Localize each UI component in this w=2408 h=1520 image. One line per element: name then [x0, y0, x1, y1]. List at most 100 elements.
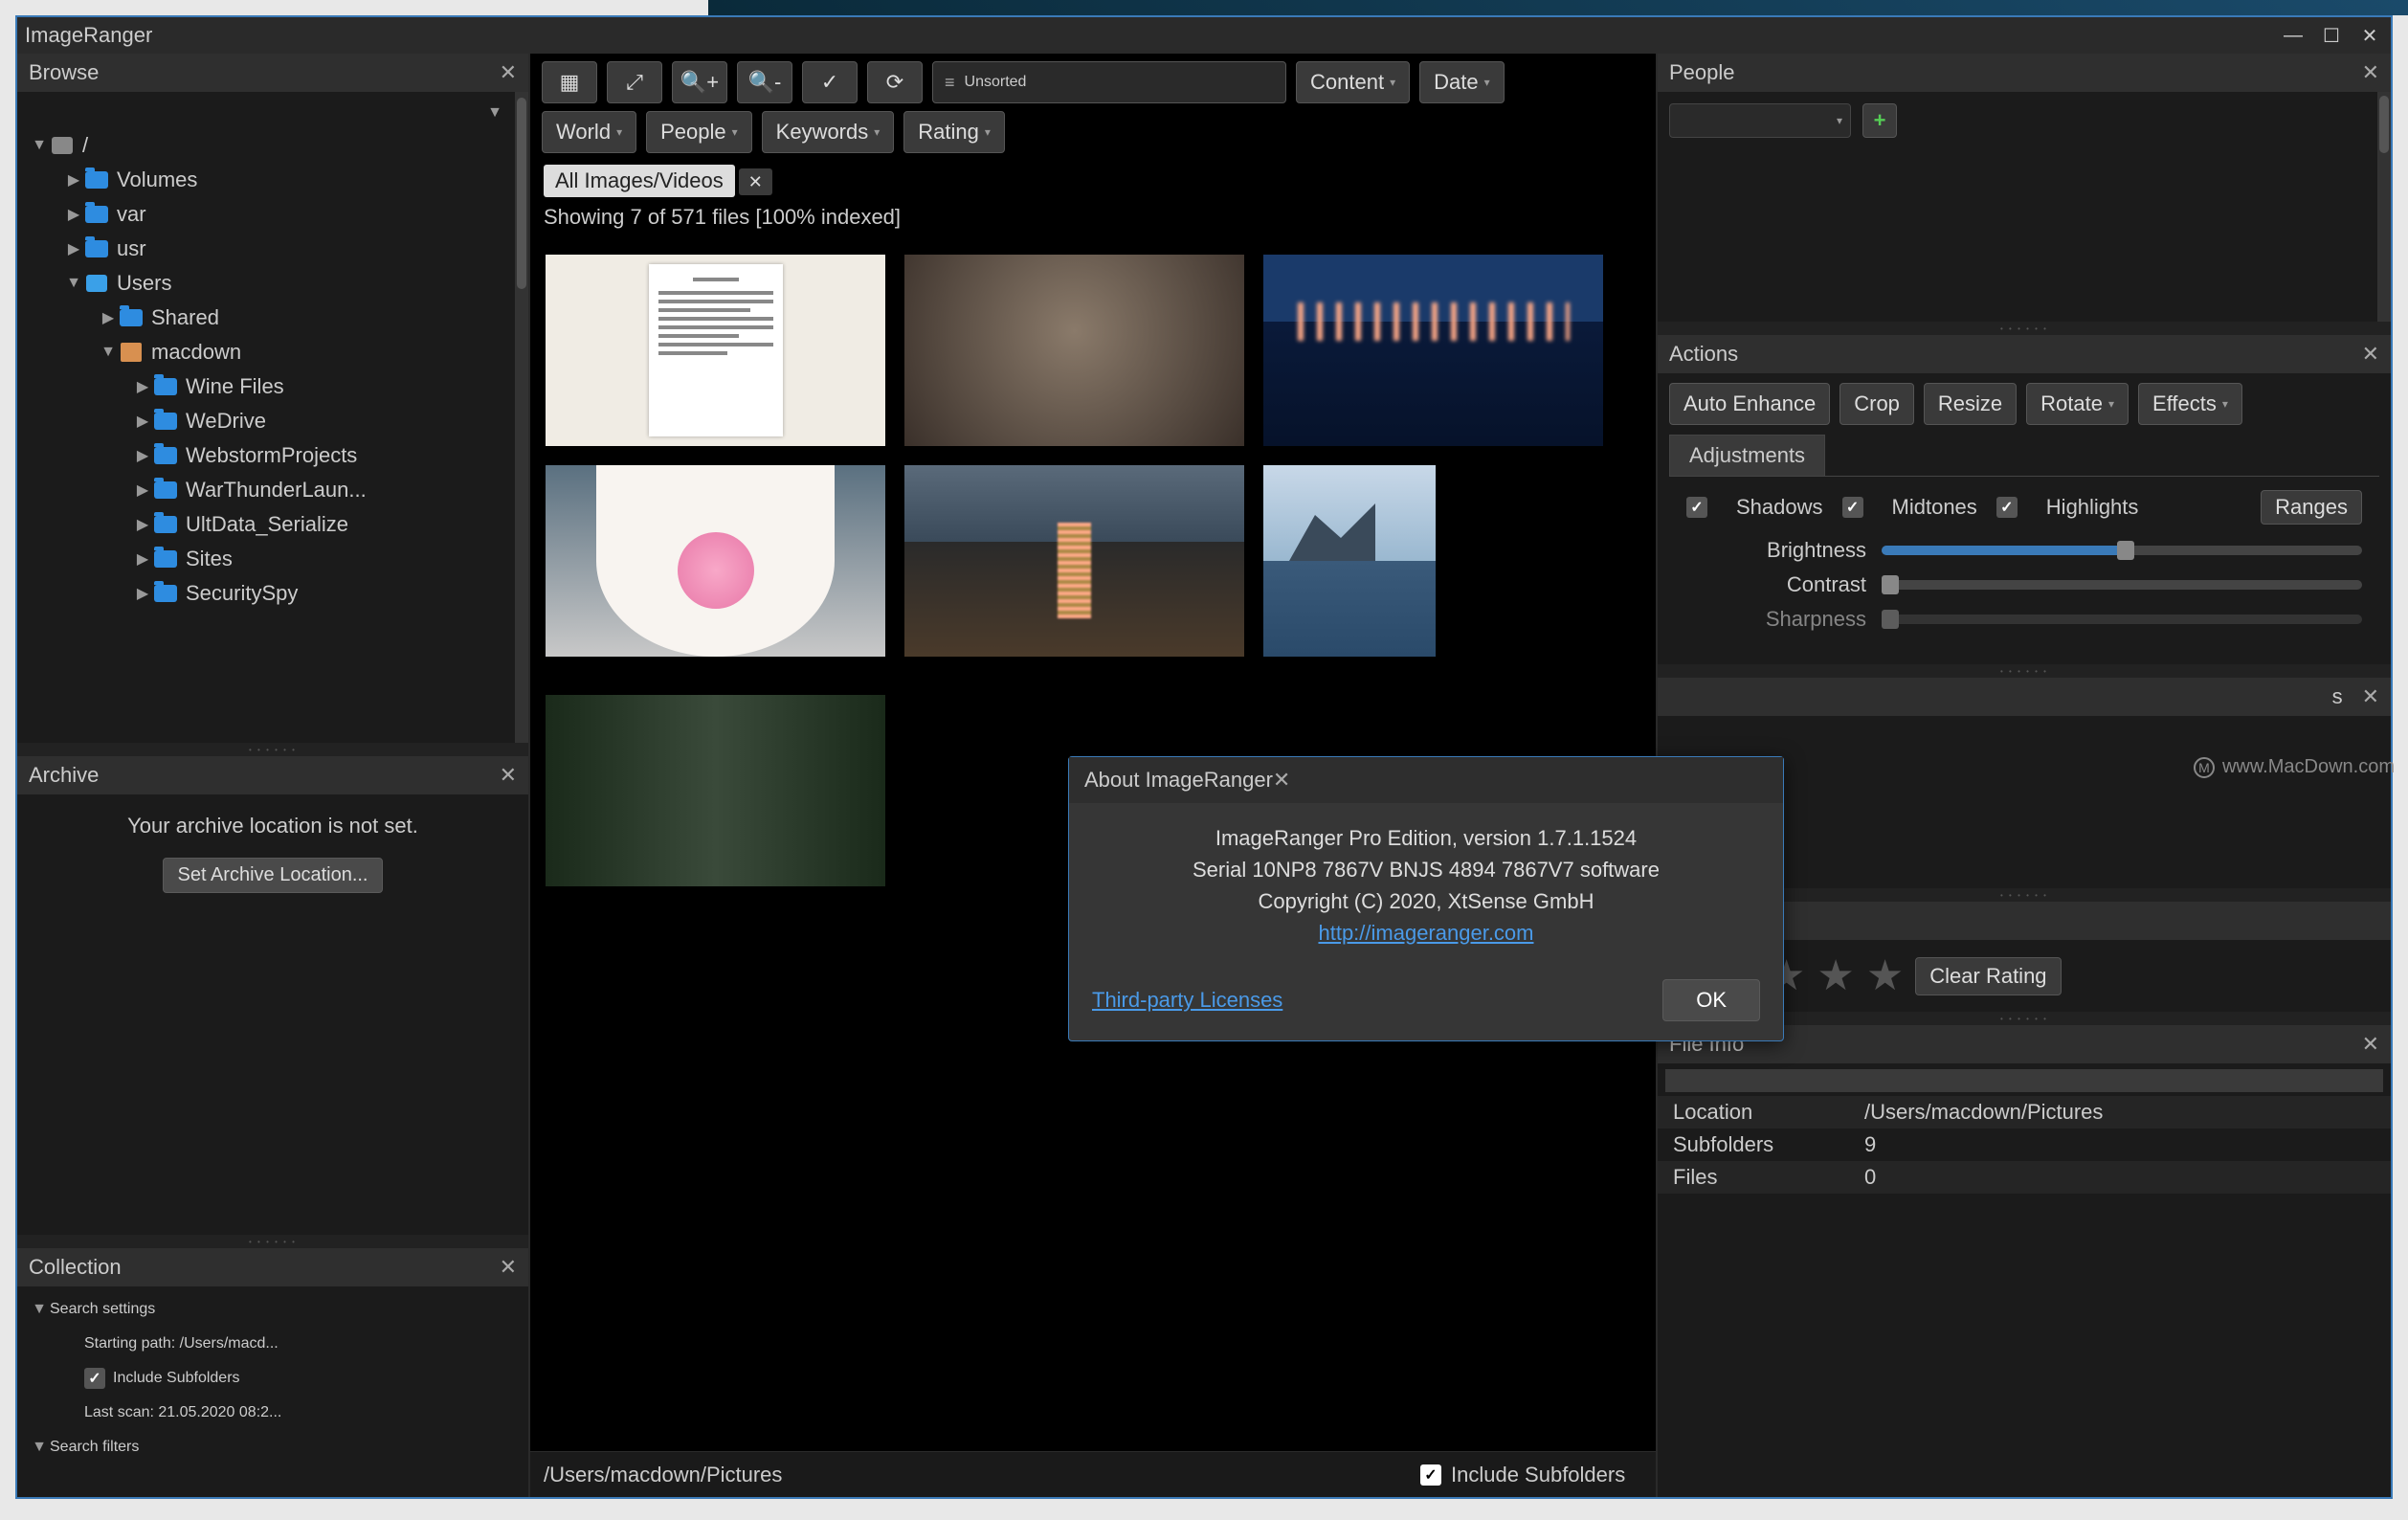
titlebar[interactable]: ImageRanger — ☐ ✕ — [17, 17, 2391, 54]
keywords-button[interactable]: Keywords▾ — [762, 111, 895, 153]
tree-menu-caret-icon[interactable]: ▼ — [484, 104, 505, 122]
people-close-icon[interactable]: ✕ — [2362, 60, 2379, 85]
auto-enhance-button[interactable]: Auto Enhance — [1669, 383, 1830, 425]
people-scrollbar[interactable] — [2377, 92, 2391, 322]
tree-expand-icon[interactable]: ▶ — [63, 170, 84, 190]
rating-filter-button[interactable]: Rating▾ — [903, 111, 1005, 153]
thumbnail-item[interactable] — [904, 255, 1244, 446]
collection-row[interactable]: ▼Search settings — [29, 1292, 517, 1327]
tree-row[interactable]: ▼macdown — [29, 335, 524, 369]
thumbnail-item[interactable] — [546, 695, 885, 886]
fileinfo-close-icon[interactable]: ✕ — [2362, 1032, 2379, 1057]
collection-row[interactable]: Starting path: /Users/macd... — [29, 1327, 517, 1361]
tree-expand-icon[interactable]: ▶ — [63, 239, 84, 258]
third-party-licenses-link[interactable]: Third-party Licenses — [1092, 988, 1282, 1013]
dialog-close-icon[interactable]: ✕ — [1273, 768, 1290, 793]
tree-row[interactable]: ▶usr — [29, 232, 524, 266]
collection-close-icon[interactable]: ✕ — [500, 1255, 517, 1280]
filter-chip-remove-icon[interactable]: ✕ — [739, 168, 772, 195]
grid-view-button[interactable]: ▦ — [542, 61, 597, 103]
browse-tree[interactable]: ▼ ▼/▶Volumes▶var▶usr▼Users▶Shared▼macdow… — [17, 92, 528, 743]
tree-expand-icon[interactable]: ▶ — [132, 412, 153, 431]
maximize-button[interactable]: ☐ — [2318, 22, 2345, 49]
collapsed-close-icon[interactable]: ✕ — [2362, 684, 2379, 709]
collection-row[interactable]: ✓Include Subfolders — [29, 1361, 517, 1396]
ranges-button[interactable]: Ranges — [2261, 490, 2362, 525]
shadows-checkbox[interactable]: ✓ — [1686, 497, 1707, 518]
tree-row[interactable]: ▶UltData_Serialize — [29, 507, 524, 542]
zoom-out-button[interactable]: 🔍- — [737, 61, 792, 103]
refresh-button[interactable]: ⟳ — [867, 61, 923, 103]
thumbnail-item[interactable] — [904, 465, 1244, 657]
effects-button[interactable]: Effects▾ — [2138, 383, 2242, 425]
tree-row[interactable]: ▼/ — [29, 128, 524, 163]
tree-row[interactable]: ▶Sites — [29, 542, 524, 576]
tree-row[interactable]: ▶Wine Files — [29, 369, 524, 404]
tree-expand-icon[interactable]: ▶ — [132, 584, 153, 603]
collection-row[interactable]: ▼Search filters — [29, 1430, 517, 1464]
tree-row[interactable]: ▶WarThunderLaun... — [29, 473, 524, 507]
dialog-titlebar[interactable]: About ImageRanger ✕ — [1069, 757, 1783, 803]
thumbnail-item[interactable] — [546, 465, 885, 657]
tree-expand-icon[interactable]: ▼ — [63, 275, 84, 292]
tree-row[interactable]: ▼Users — [29, 266, 524, 301]
sort-dropdown[interactable]: ≡ Unsorted — [932, 61, 1286, 103]
close-button[interactable]: ✕ — [2356, 22, 2383, 49]
drag-handle[interactable]: • • • • • • — [1658, 664, 2391, 678]
browse-close-icon[interactable]: ✕ — [500, 60, 517, 85]
star-4[interactable]: ★ — [1817, 951, 1854, 1000]
rotate-button[interactable]: Rotate▾ — [2026, 383, 2129, 425]
tree-expand-icon[interactable]: ▼ — [29, 137, 50, 154]
brightness-slider[interactable] — [1882, 546, 2362, 555]
tree-expand-icon[interactable]: ▶ — [98, 308, 119, 327]
clear-rating-button[interactable]: Clear Rating — [1915, 957, 2061, 995]
content-button[interactable]: Content▾ — [1296, 61, 1410, 103]
tab-adjustments[interactable]: Adjustments — [1669, 435, 1825, 476]
tree-row[interactable]: ▶WebstormProjects — [29, 438, 524, 473]
tree-row[interactable]: ▶var — [29, 197, 524, 232]
date-button[interactable]: Date▾ — [1419, 61, 1505, 103]
tree-expand-icon[interactable]: ▶ — [132, 377, 153, 396]
tree-expand-icon[interactable]: ▶ — [132, 481, 153, 500]
world-button[interactable]: World▾ — [542, 111, 636, 153]
collection-expand-icon[interactable]: ▼ — [29, 1439, 50, 1456]
collection-expand-icon[interactable]: ▼ — [29, 1301, 50, 1318]
crop-button[interactable]: Crop — [1839, 383, 1914, 425]
people-filter-button[interactable]: People▾ — [646, 111, 752, 153]
collection-row[interactable]: Last scan: 21.05.2020 08:2... — [29, 1396, 517, 1430]
drag-handle[interactable]: • • • • • • — [1658, 322, 2391, 335]
midtones-checkbox[interactable]: ✓ — [1842, 497, 1863, 518]
dialog-website-link[interactable]: http://imageranger.com — [1318, 921, 1533, 945]
browse-scrollbar[interactable] — [515, 92, 528, 743]
set-archive-location-button[interactable]: Set Archive Location... — [163, 858, 382, 893]
sharpness-slider[interactable] — [1882, 615, 2362, 624]
tree-row[interactable]: ▶SecuritySpy — [29, 576, 524, 611]
archive-close-icon[interactable]: ✕ — [500, 763, 517, 788]
star-5[interactable]: ★ — [1866, 951, 1904, 1000]
people-dropdown[interactable]: ▾ — [1669, 103, 1851, 138]
contrast-slider[interactable] — [1882, 580, 2362, 590]
collection-list[interactable]: ▼Search settingsStarting path: /Users/ma… — [17, 1286, 528, 1497]
tree-expand-icon[interactable]: ▼ — [98, 344, 119, 361]
tree-expand-icon[interactable]: ▶ — [132, 446, 153, 465]
actions-close-icon[interactable]: ✕ — [2362, 342, 2379, 367]
tree-expand-icon[interactable]: ▶ — [132, 515, 153, 534]
highlights-checkbox[interactable]: ✓ — [1996, 497, 2018, 518]
tree-row[interactable]: ▶Shared — [29, 301, 524, 335]
check-button[interactable]: ✓ — [802, 61, 858, 103]
fullscreen-button[interactable]: ⤢ — [607, 61, 662, 103]
resize-button[interactable]: Resize — [1924, 383, 2017, 425]
tree-row[interactable]: ▶WeDrive — [29, 404, 524, 438]
tree-expand-icon[interactable]: ▶ — [132, 549, 153, 569]
thumbnail-item[interactable] — [1263, 465, 1436, 657]
collection-checkbox[interactable]: ✓ — [84, 1368, 105, 1389]
thumbnail-item[interactable] — [546, 255, 885, 446]
include-subfolders-checkbox[interactable]: ✓ — [1420, 1464, 1441, 1486]
thumbnail-item[interactable] — [1263, 255, 1603, 446]
tree-row[interactable]: ▶Volumes — [29, 163, 524, 197]
drag-handle[interactable]: • • • • • • — [17, 743, 528, 756]
zoom-in-button[interactable]: 🔍+ — [672, 61, 727, 103]
drag-handle[interactable]: • • • • • • — [17, 1235, 528, 1248]
tree-expand-icon[interactable]: ▶ — [63, 205, 84, 224]
add-person-button[interactable]: + — [1862, 103, 1897, 138]
